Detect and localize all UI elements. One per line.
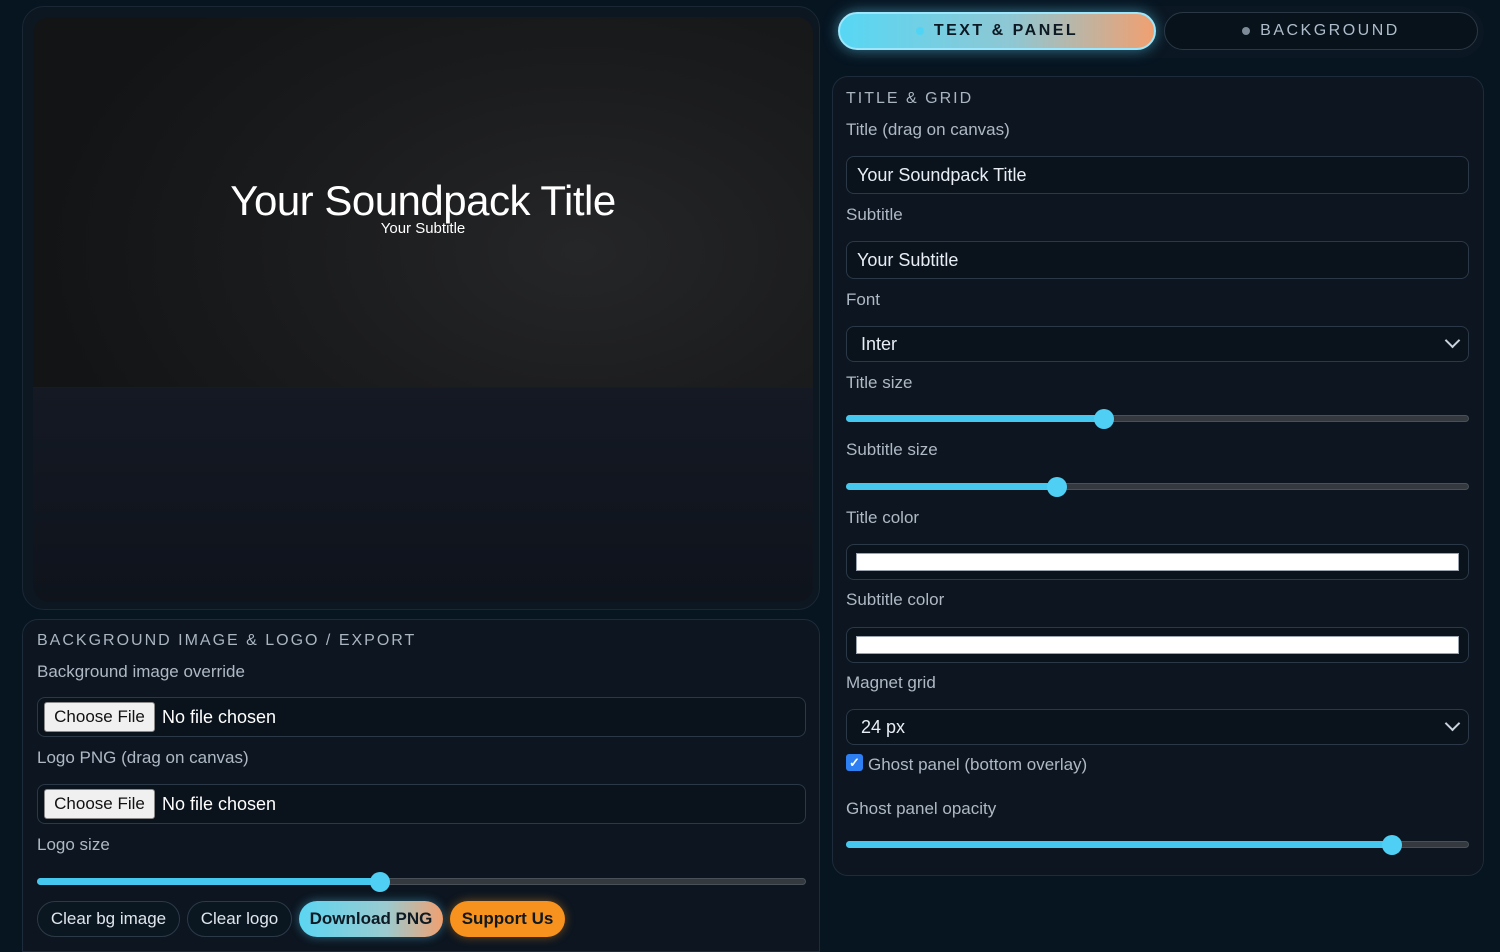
bg-image-file-input[interactable]: Choose File No file chosen bbox=[37, 697, 806, 737]
support-us-button[interactable]: Support Us bbox=[450, 901, 565, 937]
tab-background[interactable]: BACKGROUND bbox=[1164, 12, 1478, 50]
ghost-opacity-label: Ghost panel opacity bbox=[846, 799, 997, 818]
title-color-label: Title color bbox=[846, 508, 920, 527]
ghost-panel-checkbox[interactable]: ✓ bbox=[846, 754, 863, 771]
chevron-down-icon bbox=[1444, 332, 1461, 349]
magnet-grid-select[interactable]: 24 px bbox=[846, 709, 1469, 745]
title-color-picker[interactable] bbox=[846, 544, 1469, 580]
title-size-label: Title size bbox=[846, 373, 913, 392]
slider-thumb[interactable] bbox=[1047, 477, 1068, 497]
subtitle-color-label: Subtitle color bbox=[846, 590, 945, 609]
subtitle-color-swatch bbox=[856, 636, 1459, 654]
subtitle-color-picker[interactable] bbox=[846, 627, 1469, 663]
tab-bar: TEXT & PANEL BACKGROUND bbox=[832, 6, 1484, 58]
magnet-grid-label: Magnet grid bbox=[846, 673, 936, 692]
subtitle-size-slider[interactable] bbox=[846, 477, 1469, 497]
canvas-panel: Your Soundpack Title Your Subtitle bbox=[22, 6, 820, 610]
logo-choose-file-button[interactable]: Choose File bbox=[44, 789, 155, 819]
logo-file-input[interactable]: Choose File No file chosen bbox=[37, 784, 806, 824]
checkmark-icon: ✓ bbox=[849, 754, 860, 770]
subtitle-size-label: Subtitle size bbox=[846, 440, 938, 459]
tab-label: BACKGROUND bbox=[1260, 22, 1400, 39]
logo-size-slider[interactable] bbox=[37, 872, 806, 892]
bg-image-label: Background image override bbox=[37, 662, 245, 681]
canvas-title[interactable]: Your Soundpack Title bbox=[33, 177, 813, 225]
logo-size-label: Logo size bbox=[37, 835, 110, 854]
subtitle-label: Subtitle bbox=[846, 205, 903, 224]
chevron-down-icon bbox=[1444, 715, 1461, 732]
export-section-title: BACKGROUND IMAGE & LOGO / EXPORT bbox=[37, 632, 417, 649]
tab-text-panel[interactable]: TEXT & PANEL bbox=[838, 12, 1156, 50]
ghost-opacity-slider[interactable] bbox=[846, 835, 1469, 855]
download-png-button[interactable]: Download PNG bbox=[299, 901, 443, 937]
title-size-slider[interactable] bbox=[846, 409, 1469, 429]
font-label: Font bbox=[846, 290, 881, 309]
logo-file-status: No file chosen bbox=[162, 794, 277, 814]
subtitle-input[interactable] bbox=[846, 241, 1469, 279]
ghost-panel-overlay bbox=[33, 387, 813, 602]
bg-choose-file-button[interactable]: Choose File bbox=[44, 702, 155, 732]
slider-thumb[interactable] bbox=[1381, 835, 1402, 855]
slider-thumb[interactable] bbox=[369, 872, 390, 892]
bg-file-status: No file chosen bbox=[162, 707, 277, 727]
tab-dot-icon bbox=[915, 27, 924, 35]
title-label: Title (drag on canvas) bbox=[846, 120, 1010, 139]
font-select[interactable]: Inter bbox=[846, 326, 1469, 362]
slider-thumb[interactable] bbox=[1093, 409, 1114, 429]
logo-label: Logo PNG (drag on canvas) bbox=[37, 748, 249, 767]
canvas-subtitle[interactable]: Your Subtitle bbox=[33, 220, 813, 237]
tab-label: TEXT & PANEL bbox=[933, 22, 1079, 39]
ghost-panel-label: Ghost panel (bottom overlay) bbox=[868, 755, 1088, 774]
font-select-value: Inter bbox=[861, 333, 898, 354]
clear-bg-image-button[interactable]: Clear bg image bbox=[37, 901, 180, 937]
title-color-swatch bbox=[856, 553, 1459, 571]
clear-logo-button[interactable]: Clear logo bbox=[187, 901, 292, 937]
title-grid-section-title: TITLE & GRID bbox=[846, 90, 974, 107]
tab-dot-icon bbox=[1242, 27, 1251, 35]
magnet-grid-value: 24 px bbox=[861, 716, 906, 737]
title-input[interactable] bbox=[846, 156, 1469, 194]
design-canvas[interactable]: Your Soundpack Title Your Subtitle bbox=[33, 17, 813, 602]
